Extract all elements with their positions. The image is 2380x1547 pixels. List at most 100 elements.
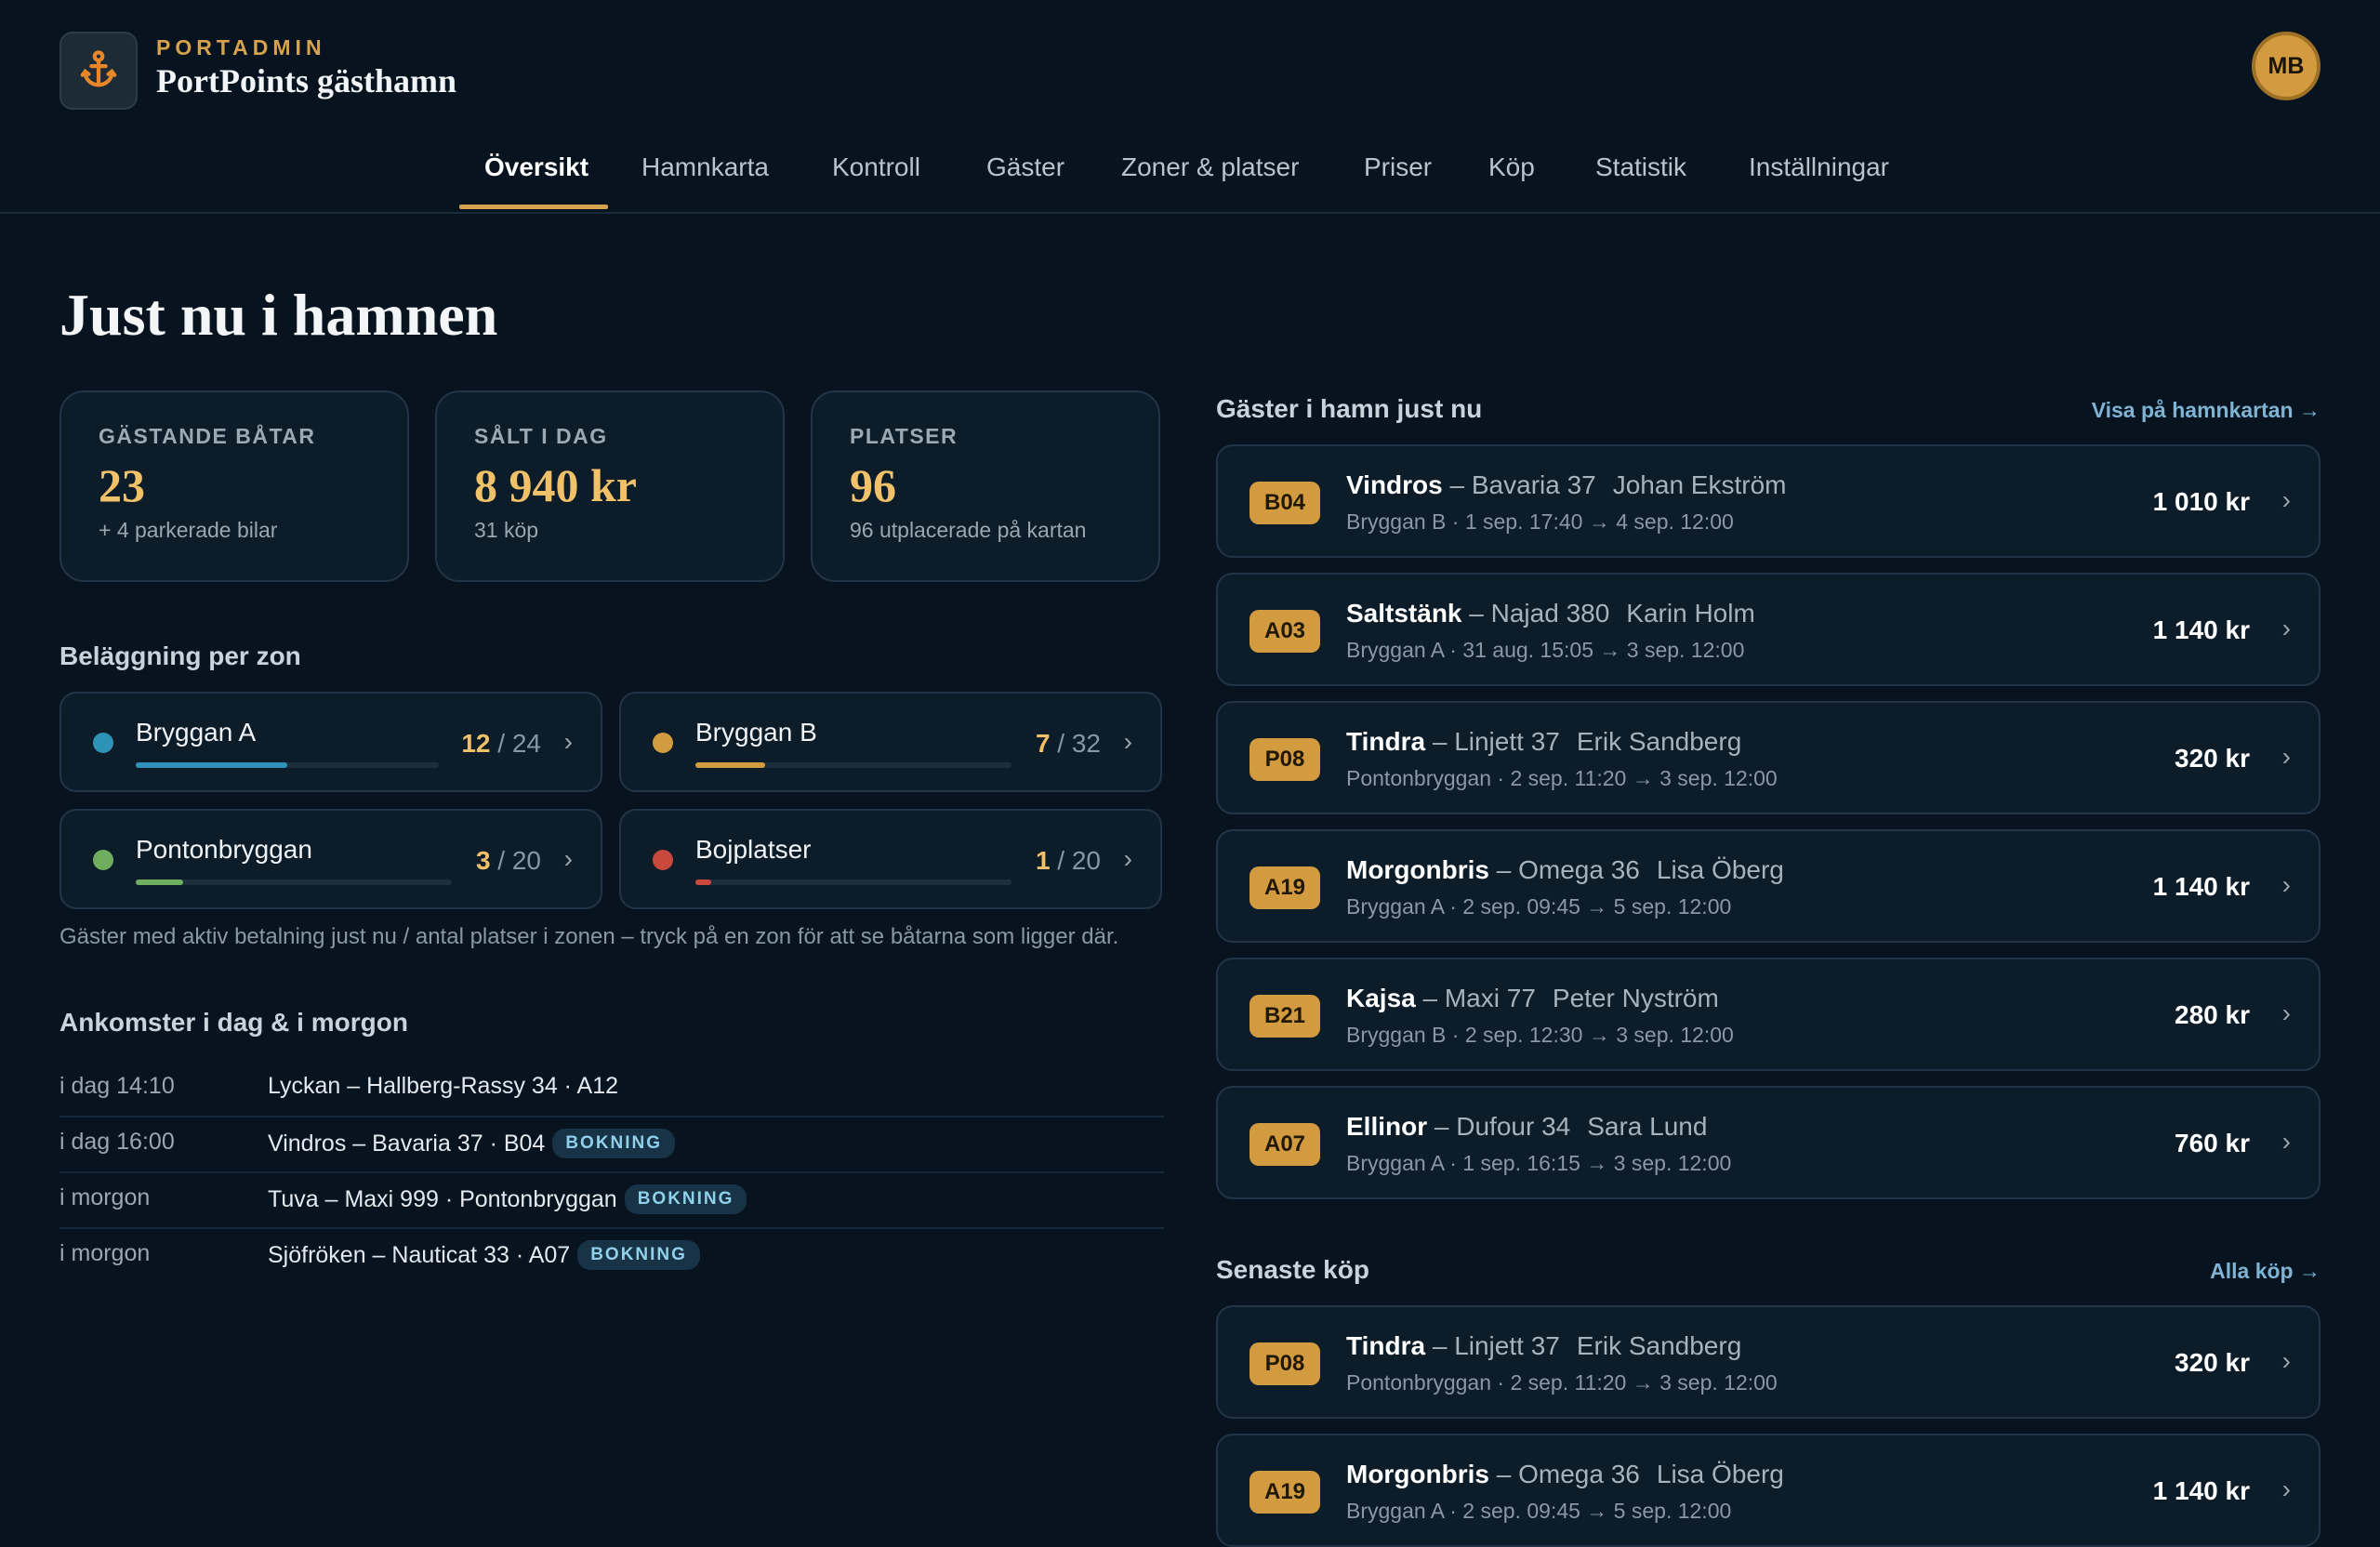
arrival-time: i morgon [60,1240,151,1266]
arrival-time: i morgon [60,1184,151,1210]
zone-name: Pontonbryggan [136,835,312,864]
brand-eyebrow: PORTADMIN [156,35,326,60]
booking-badge: BOKNING [552,1129,676,1158]
tab-priser[interactable]: Priser [1364,152,1432,182]
brand-name: PortPoints gästhamn [156,62,456,99]
guest-price: 320 kr [2175,1348,2250,1377]
stat-label: GÄSTANDE BÅTAR [99,424,316,448]
guest-title: Kajsa – Maxi 77 Peter Nyström [1346,984,1719,1012]
guest-detail: Bryggan B · 2 sep. 12:30 → 3 sep. 12:00 [1346,1023,1734,1047]
zone-occupancy-fill [695,762,765,768]
chevron-right-icon: › [2281,1474,2291,1503]
spot-badge: A19 [1250,866,1320,909]
tab-installningar[interactable]: Inställningar [1749,152,1889,182]
recent-purchases-heading: Senaste köp [1216,1255,1369,1284]
chevron-right-icon: › [2281,1127,2291,1156]
zone-occupancy-fill [136,879,183,885]
guest-detail: Bryggan A · 2 sep. 09:45 → 5 sep. 12:00 [1346,894,1732,919]
tab-statistik[interactable]: Statistik [1595,152,1686,182]
tab-hamnkarta[interactable]: Hamnkarta [641,152,769,182]
chevron-right-icon: › [563,844,573,873]
zone-name: Bryggan B [695,718,817,747]
chevron-right-icon: › [563,727,573,756]
purchase-card[interactable]: A19 Morgonbris – Omega 36 Lisa Öberg Bryg… [1216,1434,2320,1547]
arrival-boat: Vindros – Bavaria 37 · B04 BOKNING [268,1129,676,1158]
spot-badge: A07 [1250,1123,1320,1166]
guest-card[interactable]: B04 Vindros – Bavaria 37 Johan Ekström Br… [1216,444,2320,558]
guest-title: Tindra – Linjett 37 Erik Sandberg [1346,1331,1742,1360]
active-tab-indicator [459,205,608,209]
arrival-time: i dag 16:00 [60,1129,175,1155]
guest-price: 760 kr [2175,1129,2250,1157]
tab-kontroll[interactable]: Kontroll [832,152,920,182]
chevron-right-icon: › [2281,998,2291,1027]
zone-color-dot [93,850,113,870]
zone-card-bojplatser[interactable]: Bojplatser 1 / 20 › [619,809,1162,909]
guest-detail: Bryggan A · 2 sep. 09:45 → 5 sep. 12:00 [1346,1499,1732,1523]
arrival-time: i dag 14:10 [60,1073,175,1099]
arrival-boat: Lyckan – Hallberg-Rassy 34 · A12 [268,1073,619,1099]
booking-badge: BOKNING [624,1184,747,1214]
guest-detail: Bryggan A · 31 aug. 15:05 → 3 sep. 12:00 [1346,638,1745,662]
booking-badge: BOKNING [577,1240,700,1270]
zone-card-pontonbryggan[interactable]: Pontonbryggan 3 / 20 › [60,809,602,909]
chevron-right-icon: › [1123,727,1132,756]
guest-card[interactable]: P08 Tindra – Linjett 37 Erik Sandberg Pon… [1216,701,2320,814]
stat-value: 96 [850,459,896,511]
arrival-boat: Sjöfröken – Nauticat 33 · A07 BOKNING [268,1240,700,1270]
chevron-right-icon: › [2281,614,2291,642]
stat-sub: 96 utplacerade på kartan [850,518,1087,542]
zone-color-dot [93,733,113,753]
chevron-right-icon: › [2281,870,2291,899]
zones-heading: Beläggning per zon [60,641,301,670]
guest-card[interactable]: B21 Kajsa – Maxi 77 Peter Nyström Bryggan… [1216,958,2320,1071]
purchase-card[interactable]: P08 Tindra – Linjett 37 Erik Sandberg Pon… [1216,1305,2320,1419]
arrival-row[interactable]: i dag 14:10 Lyckan – Hallberg-Rassy 34 ·… [60,1060,1164,1117]
zone-color-dot [653,733,673,753]
zone-card-bryggan-b[interactable]: Bryggan B 7 / 32 › [619,692,1162,792]
guest-detail: Bryggan A · 1 sep. 16:15 → 3 sep. 12:00 [1346,1151,1732,1175]
arrival-row[interactable]: i dag 16:00 Vindros – Bavaria 37 · B04 BO… [60,1116,1164,1173]
show-on-map-link[interactable]: Visa på hamnkartan → [2092,398,2320,423]
spot-badge: B04 [1250,482,1320,524]
arrival-row[interactable]: i morgon Sjöfröken – Nauticat 33 · A07 BO… [60,1227,1164,1283]
guest-card[interactable]: A03 Saltstänk – Najad 380 Karin Holm Bryg… [1216,573,2320,686]
logo[interactable] [60,32,138,110]
zone-count: 3 / 20 [475,846,541,875]
tab-zoner-platser[interactable]: Zoner & platser [1121,152,1299,182]
guest-price: 1 140 kr [2152,872,2250,901]
guest-card[interactable]: A19 Morgonbris – Omega 36 Lisa Öberg Bryg… [1216,829,2320,943]
stat-label: SÅLT I DAG [474,424,608,448]
guest-price: 1 140 kr [2152,1476,2250,1505]
zone-name: Bryggan A [136,718,257,747]
zone-name: Bojplatser [695,835,812,864]
anchor-icon [77,47,120,95]
avatar[interactable]: MB [2252,32,2320,100]
stat-card-boats: GÄSTANDE BÅTAR 23 + 4 parkerade bilar [60,390,409,582]
zone-count: 7 / 32 [1035,729,1101,758]
all-purchases-link[interactable]: Alla köp → [2210,1259,2320,1284]
stat-value: 23 [99,459,145,511]
tab-kop[interactable]: Köp [1488,152,1535,182]
tab-oversikt[interactable]: Översikt [484,152,588,182]
guests-now-heading: Gäster i hamn just nu [1216,394,1483,423]
guest-card[interactable]: A07 Ellinor – Dufour 34 Sara Lund Bryggan… [1216,1086,2320,1199]
guest-title: Saltstänk – Najad 380 Karin Holm [1346,599,1755,628]
spot-badge: P08 [1250,1342,1320,1385]
guest-title: Vindros – Bavaria 37 Johan Ekström [1346,470,1787,499]
guest-title: Ellinor – Dufour 34 Sara Lund [1346,1112,1708,1141]
top-header: PORTADMIN PortPoints gästhamn MB Översik… [0,0,2380,214]
guest-price: 320 kr [2175,744,2250,773]
arrival-row[interactable]: i morgon Tuva – Maxi 999 · Pontonbryggan… [60,1171,1164,1229]
zone-color-dot [653,850,673,870]
stat-card-sold: SÅLT I DAG 8 940 kr 31 köp [435,390,785,582]
guest-detail: Pontonbryggan · 2 sep. 11:20 → 3 sep. 12… [1346,766,1778,790]
spot-badge: B21 [1250,995,1320,1038]
zone-occupancy-fill [695,879,711,885]
zone-card-bryggan-a[interactable]: Bryggan A 12 / 24 › [60,692,602,792]
chevron-right-icon: › [1123,844,1132,873]
main-nav: Översikt Hamnkarta Kontroll Gäster Zoner… [0,139,2380,212]
tab-gaster[interactable]: Gäster [986,152,1064,182]
zone-occupancy-bar [136,762,439,768]
guest-detail: Pontonbryggan · 2 sep. 11:20 → 3 sep. 12… [1346,1370,1778,1395]
